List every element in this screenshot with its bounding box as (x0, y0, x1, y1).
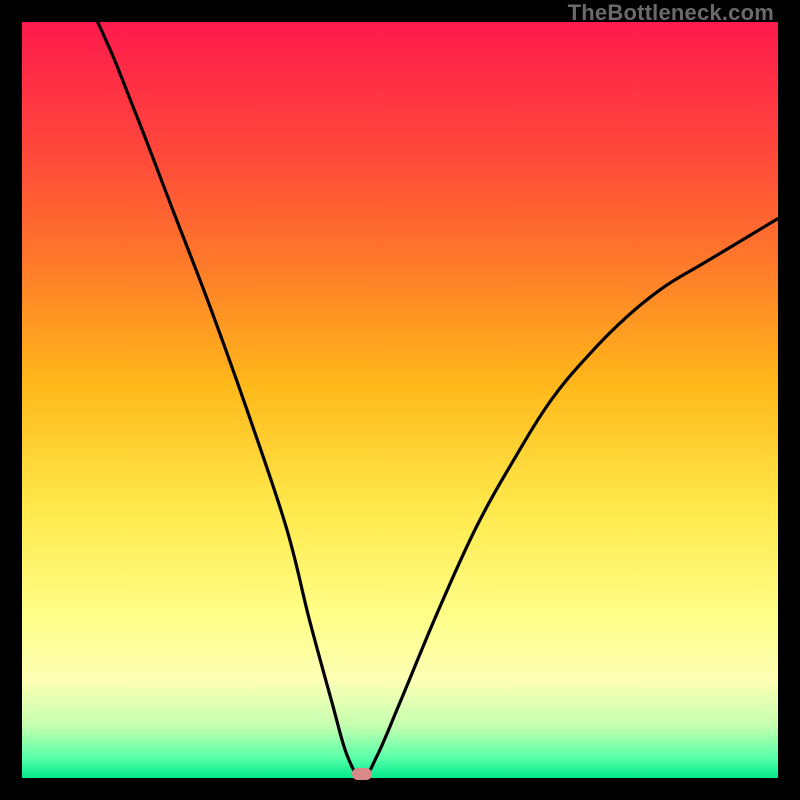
chart-frame: TheBottleneck.com (0, 0, 800, 800)
min-marker (352, 768, 372, 780)
plot-area (22, 22, 778, 778)
watermark-text: TheBottleneck.com (568, 0, 774, 26)
bottleneck-curve (22, 22, 778, 778)
